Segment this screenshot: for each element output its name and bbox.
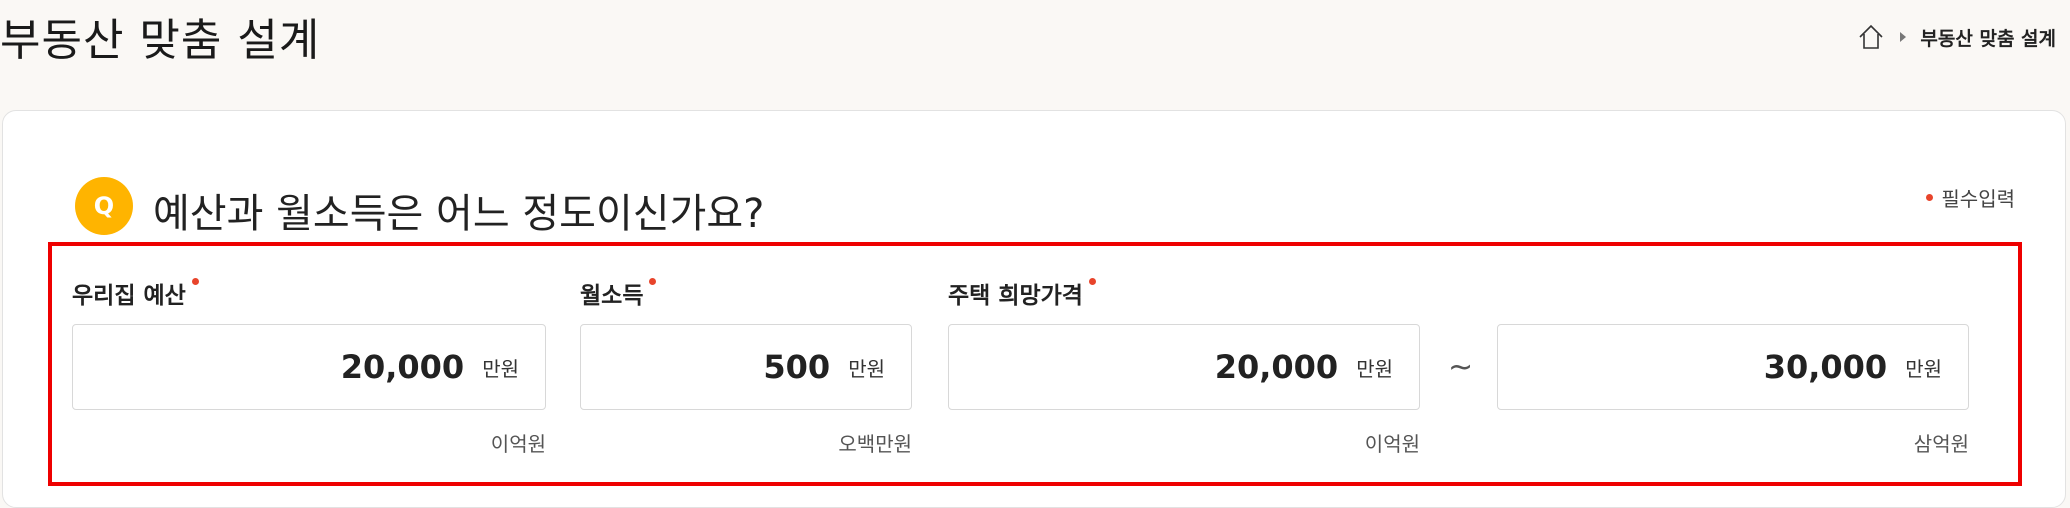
- budget-input[interactable]: 20,000 만원: [72, 324, 546, 410]
- budget-label: 우리집 예산: [72, 276, 199, 310]
- price-max-unit: 만원: [1905, 356, 1942, 381]
- range-separator: ~: [1448, 350, 1474, 385]
- income-label-text: 월소득: [580, 283, 644, 309]
- price-min-value: 20,000: [1214, 348, 1339, 386]
- required-note: 필수입력: [1926, 183, 2015, 212]
- required-dot-icon: [1088, 278, 1096, 285]
- question-badge: Q: [75, 177, 133, 235]
- required-dot-icon: [191, 278, 199, 285]
- required-dot-icon: [649, 278, 657, 285]
- question-title: 예산과 월소득은 어느 정도이신가요?: [153, 191, 765, 237]
- page-title: 부동산 맞춤 설계: [0, 15, 321, 66]
- income-label: 월소득: [580, 276, 657, 310]
- breadcrumb-current[interactable]: 부동산 맞춤 설계: [1920, 24, 2056, 51]
- budget-value: 20,000: [340, 348, 465, 386]
- price-max-input[interactable]: 30,000 만원: [1497, 324, 1969, 410]
- price-min-unit: 만원: [1356, 356, 1393, 381]
- budget-hangul: 이억원: [490, 432, 546, 456]
- income-hangul: 오백만원: [838, 432, 912, 456]
- income-unit: 만원: [848, 356, 885, 381]
- budget-unit: 만원: [482, 356, 519, 381]
- price-max-hangul: 삼억원: [1913, 432, 1969, 456]
- price-label: 주택 희망가격: [948, 276, 1096, 310]
- breadcrumb-separator-icon: [1900, 32, 1907, 42]
- price-min-input[interactable]: 20,000 만원: [948, 324, 1420, 410]
- required-dot-icon: [1926, 194, 1934, 201]
- required-note-label: 필수입력: [1941, 187, 2015, 211]
- home-icon[interactable]: [1856, 22, 1886, 52]
- breadcrumb: 부동산 맞춤 설계: [1856, 22, 2056, 52]
- price-label-text: 주택 희망가격: [948, 283, 1083, 309]
- page: 부동산 맞춤 설계 부동산 맞춤 설계 Q 예산과 월소득은 어느 정도이신가요…: [0, 0, 2070, 508]
- income-value: 500: [763, 348, 831, 386]
- price-max-value: 30,000: [1763, 348, 1888, 386]
- price-min-hangul: 이억원: [1364, 432, 1420, 456]
- budget-label-text: 우리집 예산: [72, 283, 186, 309]
- income-input[interactable]: 500 만원: [580, 324, 912, 410]
